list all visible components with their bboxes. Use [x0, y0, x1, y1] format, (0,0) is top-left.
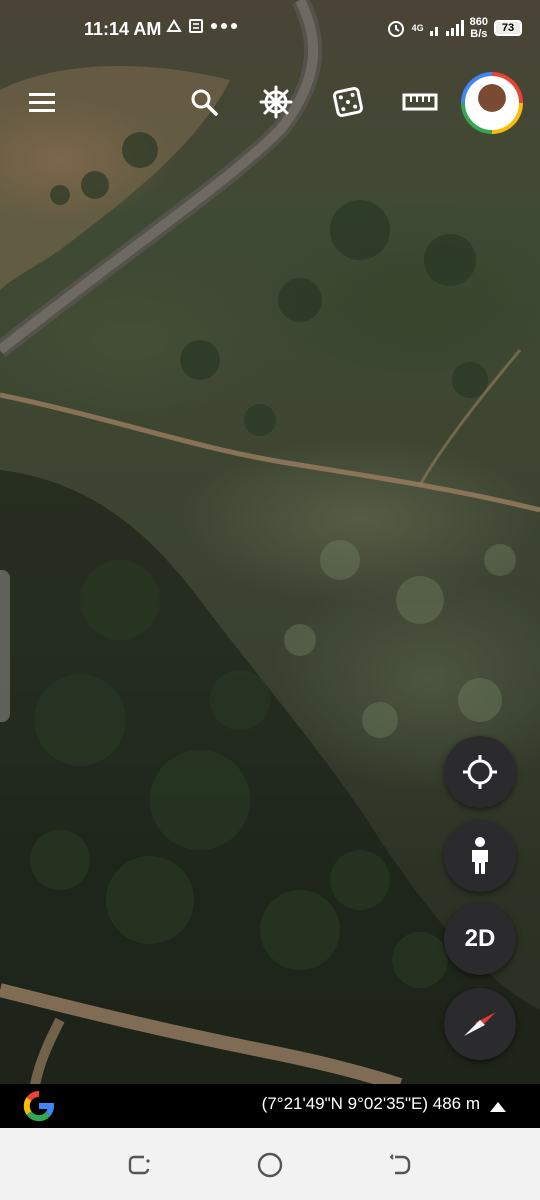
back-icon [389, 1154, 411, 1175]
coordinates-readout: (7°21'49"N 9°02'35"E) 486 m [261, 1094, 480, 1113]
menu-button[interactable] [18, 78, 66, 126]
view-mode-label: 2D [464, 925, 496, 952]
account-avatar[interactable] [461, 72, 523, 134]
crosshair-icon [463, 755, 497, 789]
recents-icon [128, 1155, 150, 1175]
my-location-button[interactable] [444, 736, 516, 808]
drive-icon [166, 19, 182, 32]
status-bar: 11:14 AM 4G 860 B/s 73 [0, 0, 540, 60]
street-view-button[interactable] [444, 820, 516, 892]
battery-indicator: 73 [494, 20, 522, 36]
dice-icon [333, 87, 363, 117]
search-button[interactable] [180, 78, 228, 126]
back-button[interactable] [385, 1150, 415, 1180]
hamburger-menu-icon [29, 93, 55, 112]
network-type: 4G [411, 22, 424, 33]
search-icon [191, 89, 218, 116]
alarm-icon [387, 21, 404, 37]
notification-icons [166, 18, 238, 34]
net-speed: 860 B/s [469, 16, 488, 40]
view-mode-toggle[interactable]: 2D [444, 903, 516, 975]
side-panel-handle[interactable] [0, 570, 10, 722]
measure-button[interactable] [396, 78, 444, 126]
status-time: 11:14 AM [84, 19, 162, 39]
signal-icon [429, 20, 464, 36]
more-notifications-icon [211, 23, 237, 29]
ship-wheel-icon [259, 85, 293, 119]
news-icon [189, 19, 203, 33]
home-button[interactable] [255, 1150, 285, 1180]
feeling-lucky-button[interactable] [324, 78, 372, 126]
expand-info-button[interactable] [490, 1099, 506, 1117]
compass-icon [464, 1012, 496, 1036]
pegman-icon [472, 837, 488, 874]
recents-button[interactable] [124, 1150, 154, 1180]
compass-button[interactable] [444, 988, 516, 1060]
voyager-button[interactable] [252, 78, 300, 126]
google-logo [22, 1089, 56, 1128]
home-circle-icon [257, 1152, 283, 1178]
google-g-icon [23, 1091, 55, 1122]
profile-photo [465, 76, 519, 130]
triangle-up-icon [490, 1102, 506, 1112]
ruler-icon [402, 93, 438, 111]
status-right-icons: 4G 860 B/s 73 [386, 16, 522, 40]
